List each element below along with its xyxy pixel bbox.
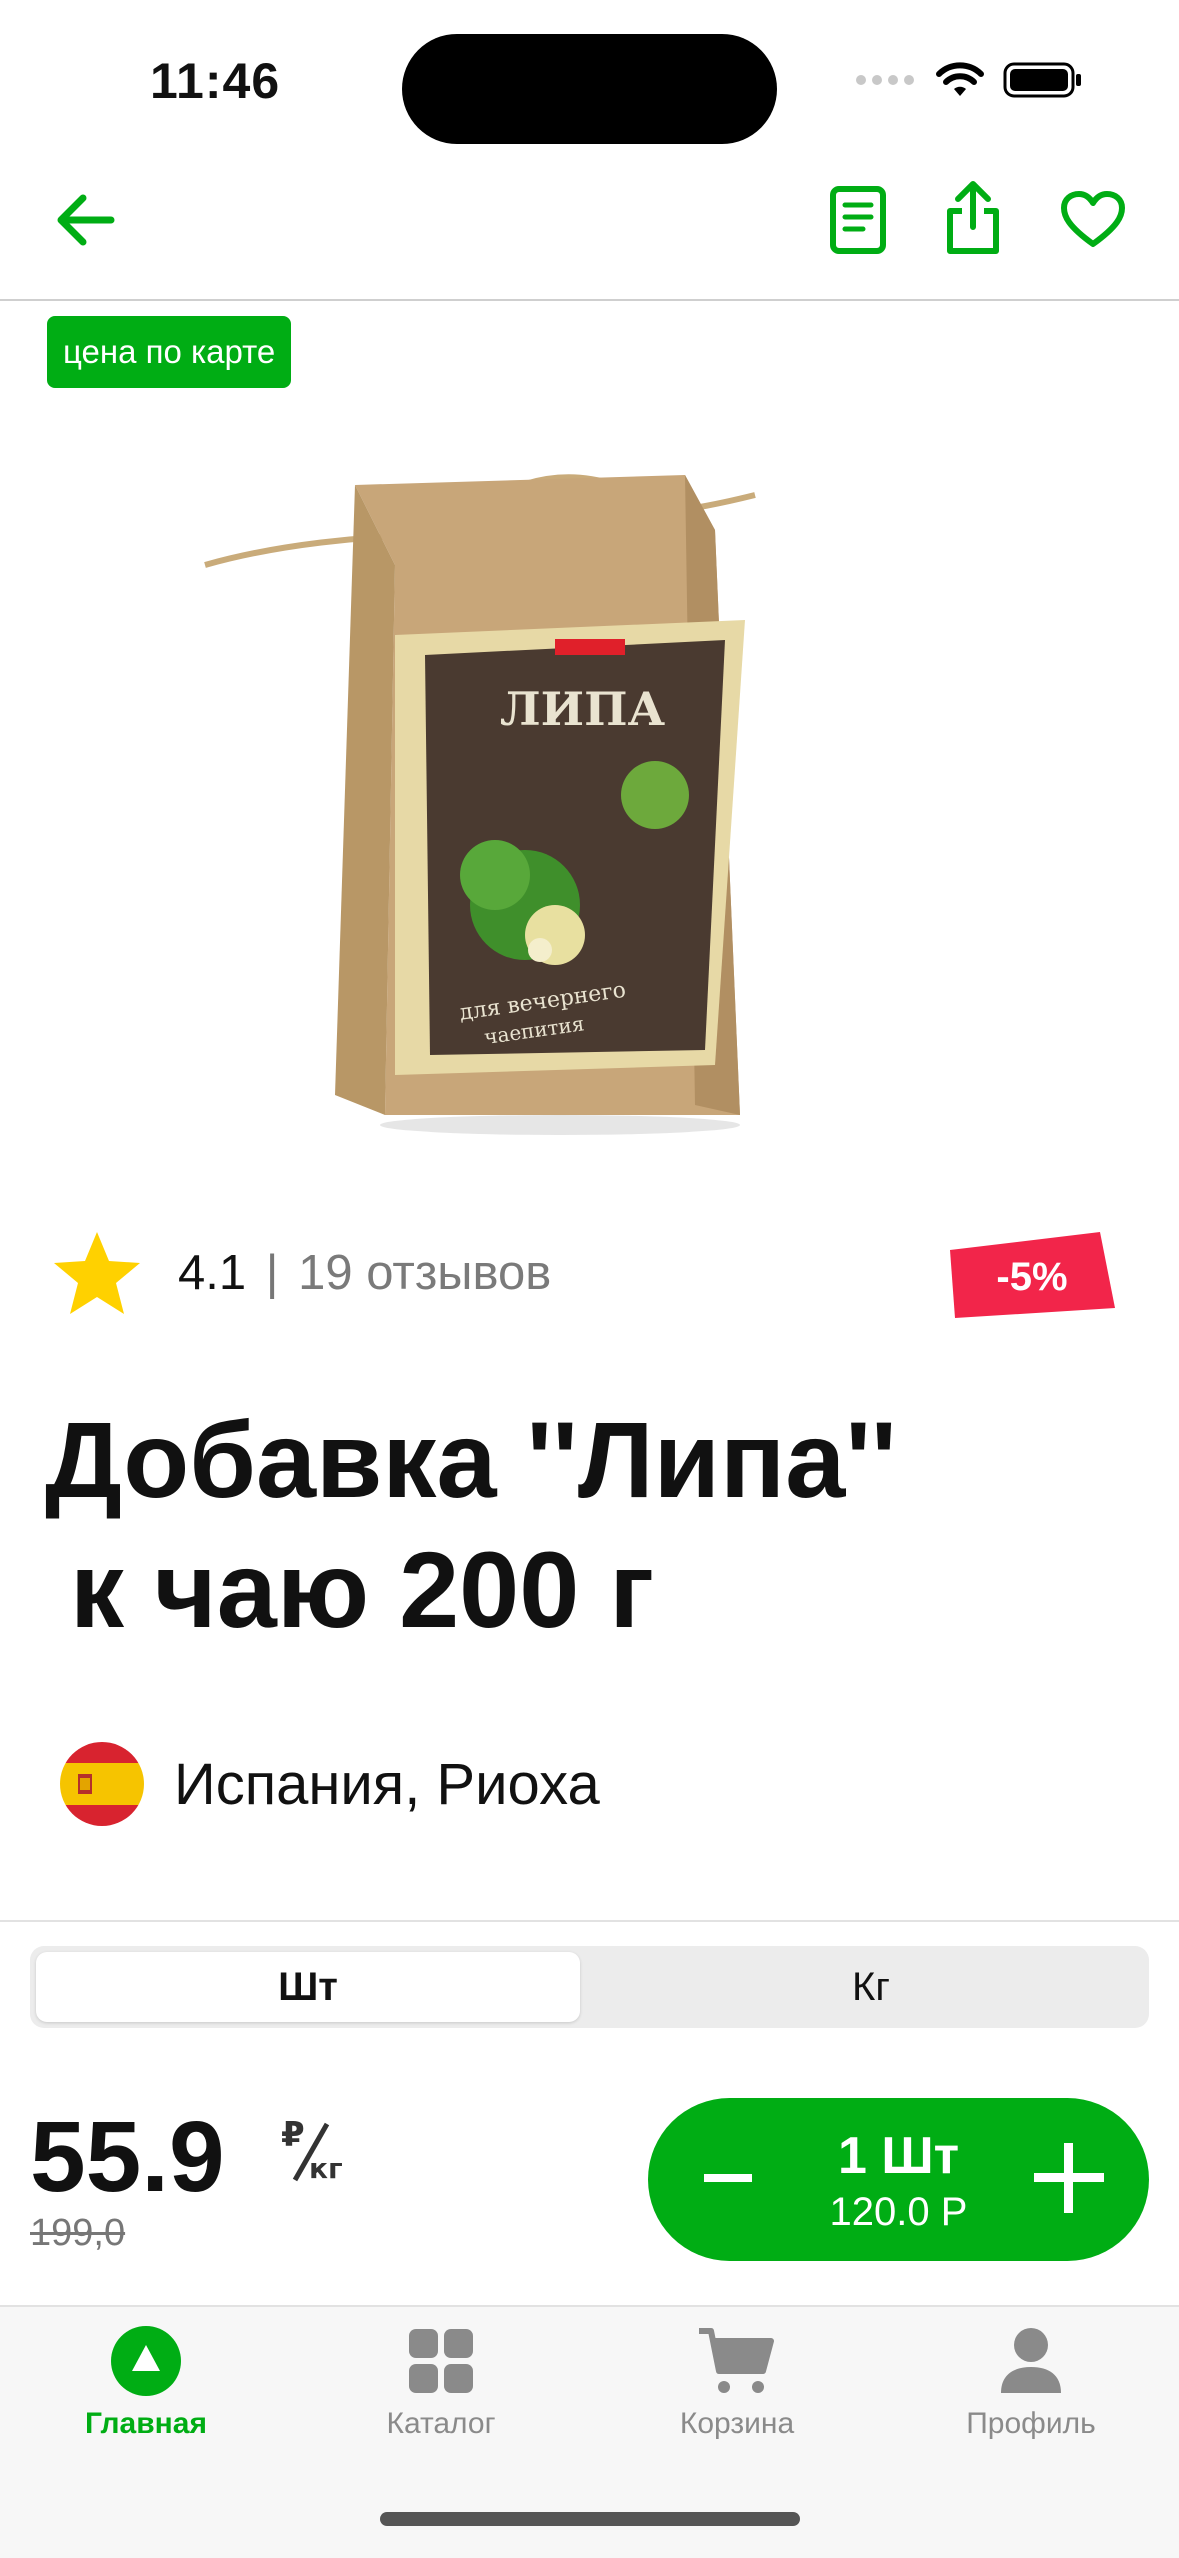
cellular-icon [856, 75, 914, 85]
tab-catalog-label: Каталог [386, 2407, 496, 2440]
favorite-button[interactable] [1053, 180, 1133, 260]
tab-cart-label: Корзина [679, 2407, 795, 2440]
cart-icon [699, 2328, 774, 2393]
tab-home[interactable]: Главная [26, 2325, 266, 2441]
arrow-left-icon [57, 194, 115, 246]
discount-badge: -5% [950, 1230, 1115, 1318]
share-button[interactable] [933, 170, 1013, 265]
section-divider [0, 1920, 1179, 1922]
plus-icon [1034, 2143, 1104, 2213]
unit-option-pieces[interactable]: Шт [36, 1952, 580, 2022]
increase-button[interactable] [1029, 2138, 1109, 2218]
svg-text:₽: ₽ [281, 2115, 305, 2155]
origin-text: Испания, Риоха [174, 1751, 600, 1817]
price-unit: ₽ кг [275, 2110, 355, 2190]
spain-flag-icon [60, 1742, 144, 1826]
reviews-link[interactable]: 19 отзывов [298, 1246, 551, 1300]
dynamic-island [402, 34, 777, 144]
tab-catalog[interactable]: Каталог [321, 2325, 561, 2441]
product-title-line2: к чаю 200 г [70, 1529, 655, 1650]
rating-separator: | [265, 1246, 279, 1300]
old-price: 199,0 [30, 2212, 126, 2254]
rating-row[interactable]: 4.1 | 19 отзывов [52, 1230, 551, 1316]
home-icon [111, 2326, 181, 2396]
rating-value: 4.1 [178, 1246, 247, 1300]
status-icons [855, 60, 1083, 100]
svg-text:кг: кг [309, 2152, 343, 2185]
tab-profile[interactable]: Профиль [911, 2325, 1151, 2441]
heart-icon [1061, 191, 1125, 247]
product-title: Добавка ''Липа'' к чаю 200 г [45, 1395, 897, 1655]
discount-label: -5% [996, 1255, 1067, 1299]
product-title-line1: Добавка ''Липа'' [45, 1399, 897, 1520]
wifi-icon [936, 62, 984, 96]
quantity-stepper: 1 Шт 120.0 Р [648, 2098, 1149, 2261]
document-icon [830, 186, 886, 254]
unit-option-kg[interactable]: Кг [599, 1952, 1143, 2022]
tab-profile-label: Профиль [966, 2407, 1096, 2440]
battery-icon [1003, 62, 1081, 98]
tab-cart[interactable]: Корзина [617, 2325, 857, 2441]
profile-icon [1001, 2328, 1061, 2393]
catalog-icon [409, 2329, 473, 2393]
document-button[interactable] [818, 175, 898, 265]
card-price-badge: цена по карте [47, 316, 292, 388]
tab-home-label: Главная [84, 2407, 207, 2440]
origin-row: Испания, Риоха [60, 1742, 600, 1826]
product-image[interactable]: ЛИПА для вечернего чаепития [195, 425, 925, 1145]
current-price: 55.9 [30, 2101, 225, 2213]
rating-text: 4.1 | 19 отзывов [178, 1245, 551, 1301]
unit-selector: Шт Кг [30, 1946, 1149, 2028]
svg-text:ЛИПА: ЛИПА [500, 682, 666, 736]
home-indicator [380, 2512, 800, 2526]
status-time: 11:46 [150, 53, 281, 109]
star-icon [54, 1232, 140, 1314]
header-divider [0, 299, 1179, 301]
share-icon [947, 180, 999, 254]
back-button[interactable] [45, 180, 125, 260]
